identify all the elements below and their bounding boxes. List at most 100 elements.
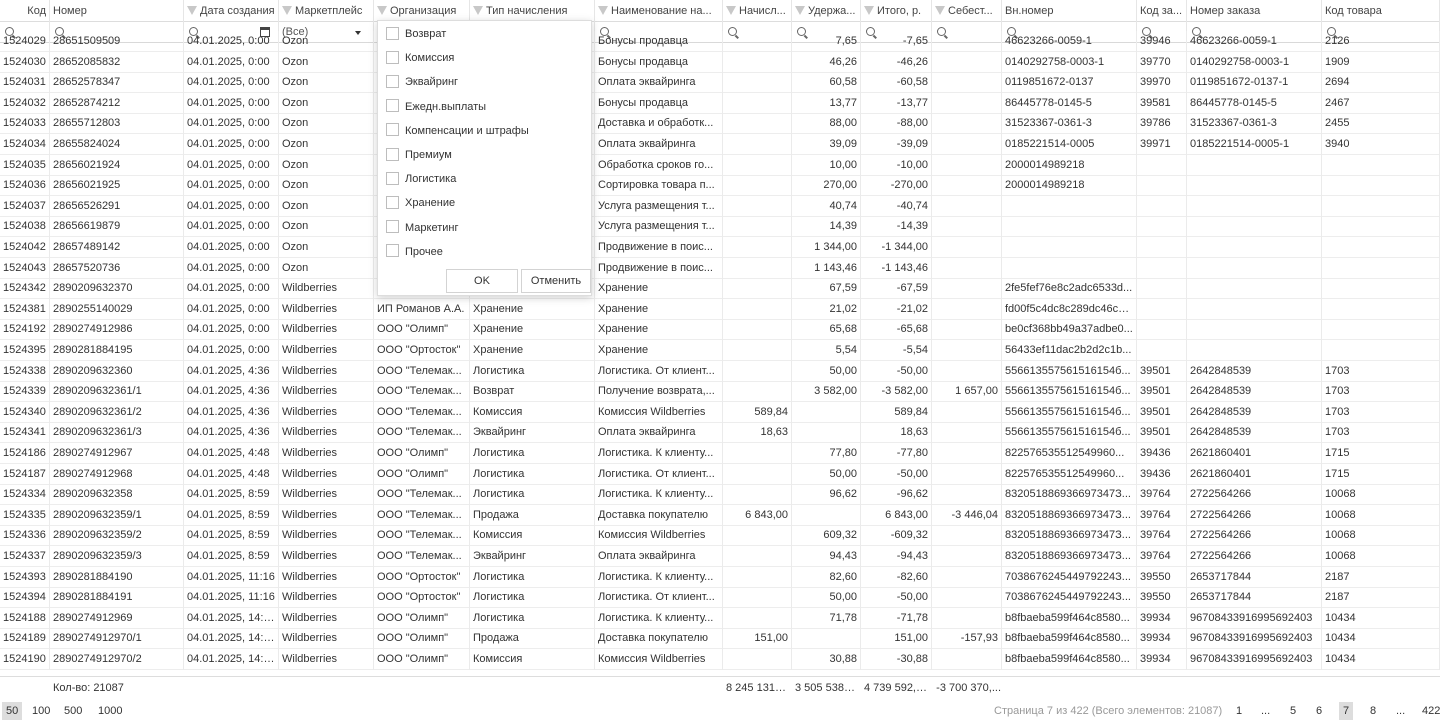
table-row[interactable]: 1524032 28652874212 04.01.2025, 0:00 Ozon Бо… xyxy=(0,92,1440,114)
cell-vn: 0140292758-0003-1 xyxy=(1002,51,1137,73)
column-header-kodtov[interactable]: Код товара xyxy=(1322,0,1440,22)
table-row[interactable]: 1524190 2890274912970/2 04.01.2025, 14:32 W… xyxy=(0,649,1440,670)
filter-funnel-icon[interactable] xyxy=(282,5,292,15)
table-row[interactable]: 1524336 2890209632359/2 04.01.2025, 8:59 Wi… xyxy=(0,525,1440,547)
page-link[interactable]: 5 xyxy=(1286,702,1300,720)
checkbox[interactable] xyxy=(386,74,399,88)
column-header-kod[interactable]: Код xyxy=(0,0,50,22)
page-link[interactable]: 1 xyxy=(1232,702,1246,720)
cell-date: 04.01.2025, 0:00 xyxy=(184,257,279,279)
column-header-market[interactable]: Маркетплейс xyxy=(279,0,374,22)
table-row[interactable]: 1524337 2890209632359/3 04.01.2025, 8:59 Wi… xyxy=(0,546,1440,567)
filter-funnel-icon[interactable] xyxy=(726,5,736,15)
cell-nomzak: 2653717844 xyxy=(1187,566,1322,588)
page-link[interactable]: 7 xyxy=(1339,702,1354,720)
cell-itog: -21,02 xyxy=(861,298,932,320)
filter-funnel-icon[interactable] xyxy=(187,5,197,15)
column-header-name[interactable]: Наименование на... xyxy=(595,0,723,22)
cell-sebest: -3 446,04 xyxy=(932,504,1002,526)
table-row[interactable]: 1524339 2890209632361/1 04.01.2025, 4:36 Wi… xyxy=(0,381,1440,403)
page-size-option[interactable]: 500 xyxy=(60,702,86,720)
table-row[interactable]: 1524034 28655824024 04.01.2025, 0:00 Ozon Оп… xyxy=(0,134,1440,155)
filter-option[interactable]: Хранение xyxy=(386,192,455,214)
checkbox[interactable] xyxy=(386,50,399,64)
checkbox[interactable] xyxy=(386,99,399,113)
column-header-sebest[interactable]: Себест... xyxy=(932,0,1002,22)
table-row[interactable]: 1524042 28657489142 04.01.2025, 0:00 Ozon Пр… xyxy=(0,237,1440,258)
column-header-nach[interactable]: Начисл... xyxy=(723,0,792,22)
checkbox[interactable] xyxy=(386,220,399,234)
ok-button[interactable]: OK xyxy=(446,269,518,293)
filter-option[interactable]: Логистика xyxy=(386,168,456,190)
page-size-option[interactable]: 50 xyxy=(2,702,23,720)
page-size-option[interactable]: 100 xyxy=(28,702,54,720)
table-row[interactable]: 1524341 2890209632361/3 04.01.2025, 4:36 Wi… xyxy=(0,422,1440,444)
column-header-itog[interactable]: Итого, р. xyxy=(861,0,932,22)
checkbox[interactable] xyxy=(386,195,399,209)
filter-funnel-icon[interactable] xyxy=(473,5,483,15)
filter-funnel-icon[interactable] xyxy=(864,5,874,15)
cell-date: 04.01.2025, 14:32 xyxy=(184,628,279,650)
filter-option[interactable]: Ежедн.выплаты xyxy=(386,96,486,118)
column-header-date[interactable]: Дата создания xyxy=(184,0,279,22)
table-row[interactable]: 1524188 2890274912969 04.01.2025, 14:32 Wil… xyxy=(0,607,1440,629)
table-row[interactable]: 1524030 28652085832 04.01.2025, 0:00 Ozon Бо… xyxy=(0,51,1440,73)
table-row[interactable]: 1524036 28656021925 04.01.2025, 0:00 Ozon Со… xyxy=(0,175,1440,197)
filter-option[interactable]: Возврат xyxy=(386,23,446,45)
column-header-uder[interactable]: Удержа... xyxy=(792,0,861,22)
table-row[interactable]: 1524395 2890281884195 04.01.2025, 0:00 Wild… xyxy=(0,340,1440,361)
filter-funnel-icon[interactable] xyxy=(598,5,608,15)
column-header-nomer[interactable]: Номер xyxy=(50,0,184,22)
page-size-option[interactable]: 1000 xyxy=(94,702,126,720)
filter-option[interactable]: Комиссия xyxy=(386,47,454,69)
column-header-type[interactable]: Тип начисления xyxy=(470,0,595,22)
filter-option[interactable]: Прочее xyxy=(386,241,443,263)
checkbox[interactable] xyxy=(386,26,399,40)
filter-option[interactable]: Премиум xyxy=(386,144,452,166)
table-row[interactable]: 1524186 2890274912967 04.01.2025, 4:48 Wild… xyxy=(0,443,1440,464)
table-row[interactable]: 1524335 2890209632359/1 04.01.2025, 8:59 Wi… xyxy=(0,504,1440,526)
table-row[interactable]: 1524029 28651509509 04.01.2025, 0:00 Ozon Бо… xyxy=(0,31,1440,52)
cell-vn: 2000014989218 xyxy=(1002,154,1137,176)
filter-option[interactable]: Маркетинг xyxy=(386,217,458,239)
cell-kodzak xyxy=(1137,216,1187,238)
filter-funnel-icon[interactable] xyxy=(795,5,805,15)
table-row[interactable]: 1524033 28655712803 04.01.2025, 0:00 Ozon До… xyxy=(0,113,1440,135)
table-row[interactable]: 1524031 28652578347 04.01.2025, 0:00 Ozon Оп… xyxy=(0,72,1440,94)
checkbox[interactable] xyxy=(386,123,399,137)
cell-name: Оплата эквайринга xyxy=(595,422,723,444)
table-row[interactable]: 1524037 28656526291 04.01.2025, 0:00 Ozon Ус… xyxy=(0,195,1440,217)
page-link[interactable]: 8 xyxy=(1366,702,1380,720)
page-link: ... xyxy=(1261,705,1271,717)
column-header-vn[interactable]: Вн.номер xyxy=(1002,0,1137,22)
page-link[interactable]: 6 xyxy=(1312,702,1326,720)
table-row[interactable]: 1524334 2890209632358 04.01.2025, 8:59 Wild… xyxy=(0,484,1440,506)
column-header-nomzak[interactable]: Номер заказа xyxy=(1187,0,1322,22)
table-row[interactable]: 1524394 2890281884191 04.01.2025, 11:16 Wil… xyxy=(0,587,1440,609)
page-link[interactable]: 422 xyxy=(1418,702,1440,720)
filter-funnel-icon[interactable] xyxy=(377,5,387,15)
column-header-kodzak[interactable]: Код за... xyxy=(1137,0,1187,22)
cell-kod: 1524337 xyxy=(0,546,50,567)
table-row[interactable]: 1524393 2890281884190 04.01.2025, 11:16 Wil… xyxy=(0,566,1440,588)
filter-funnel-icon[interactable] xyxy=(935,5,945,15)
table-row[interactable]: 1524187 2890274912968 04.01.2025, 4:48 Wild… xyxy=(0,463,1440,485)
table-row[interactable]: 1524338 2890209632360 04.01.2025, 4:36 Wild… xyxy=(0,360,1440,382)
table-row[interactable]: 1524340 2890209632361/2 04.01.2025, 4:36 Wi… xyxy=(0,401,1440,423)
table-row[interactable]: 1524189 2890274912970/1 04.01.2025, 14:32 W… xyxy=(0,628,1440,650)
table-row[interactable]: 1524342 2890209632370 04.01.2025, 0:00 Wild… xyxy=(0,278,1440,300)
table-row[interactable]: 1524035 28656021924 04.01.2025, 0:00 Ozon Об… xyxy=(0,154,1440,176)
checkbox[interactable] xyxy=(386,171,399,185)
cancel-button[interactable]: Отменить xyxy=(521,269,591,293)
checkbox[interactable] xyxy=(386,244,399,258)
table-row[interactable]: 1524038 28656619879 04.01.2025, 0:00 Ozon Ус… xyxy=(0,216,1440,238)
checkbox[interactable] xyxy=(386,147,399,161)
sum-uder: 3 505 538,74 xyxy=(795,682,860,694)
filter-option[interactable]: Компенсации и штрафы xyxy=(386,120,529,142)
filter-option[interactable]: Эквайринг xyxy=(386,71,458,93)
table-row[interactable]: 1524043 28657520736 04.01.2025, 0:00 Ozon Пр… xyxy=(0,257,1440,279)
column-header-org[interactable]: Организация xyxy=(374,0,470,22)
table-row[interactable]: 1524381 2890255140029 04.01.2025, 0:00 Wild… xyxy=(0,298,1440,320)
table-row[interactable]: 1524192 2890274912986 04.01.2025, 0:00 Wild… xyxy=(0,319,1440,341)
cell-market: Wildberries xyxy=(279,278,374,300)
